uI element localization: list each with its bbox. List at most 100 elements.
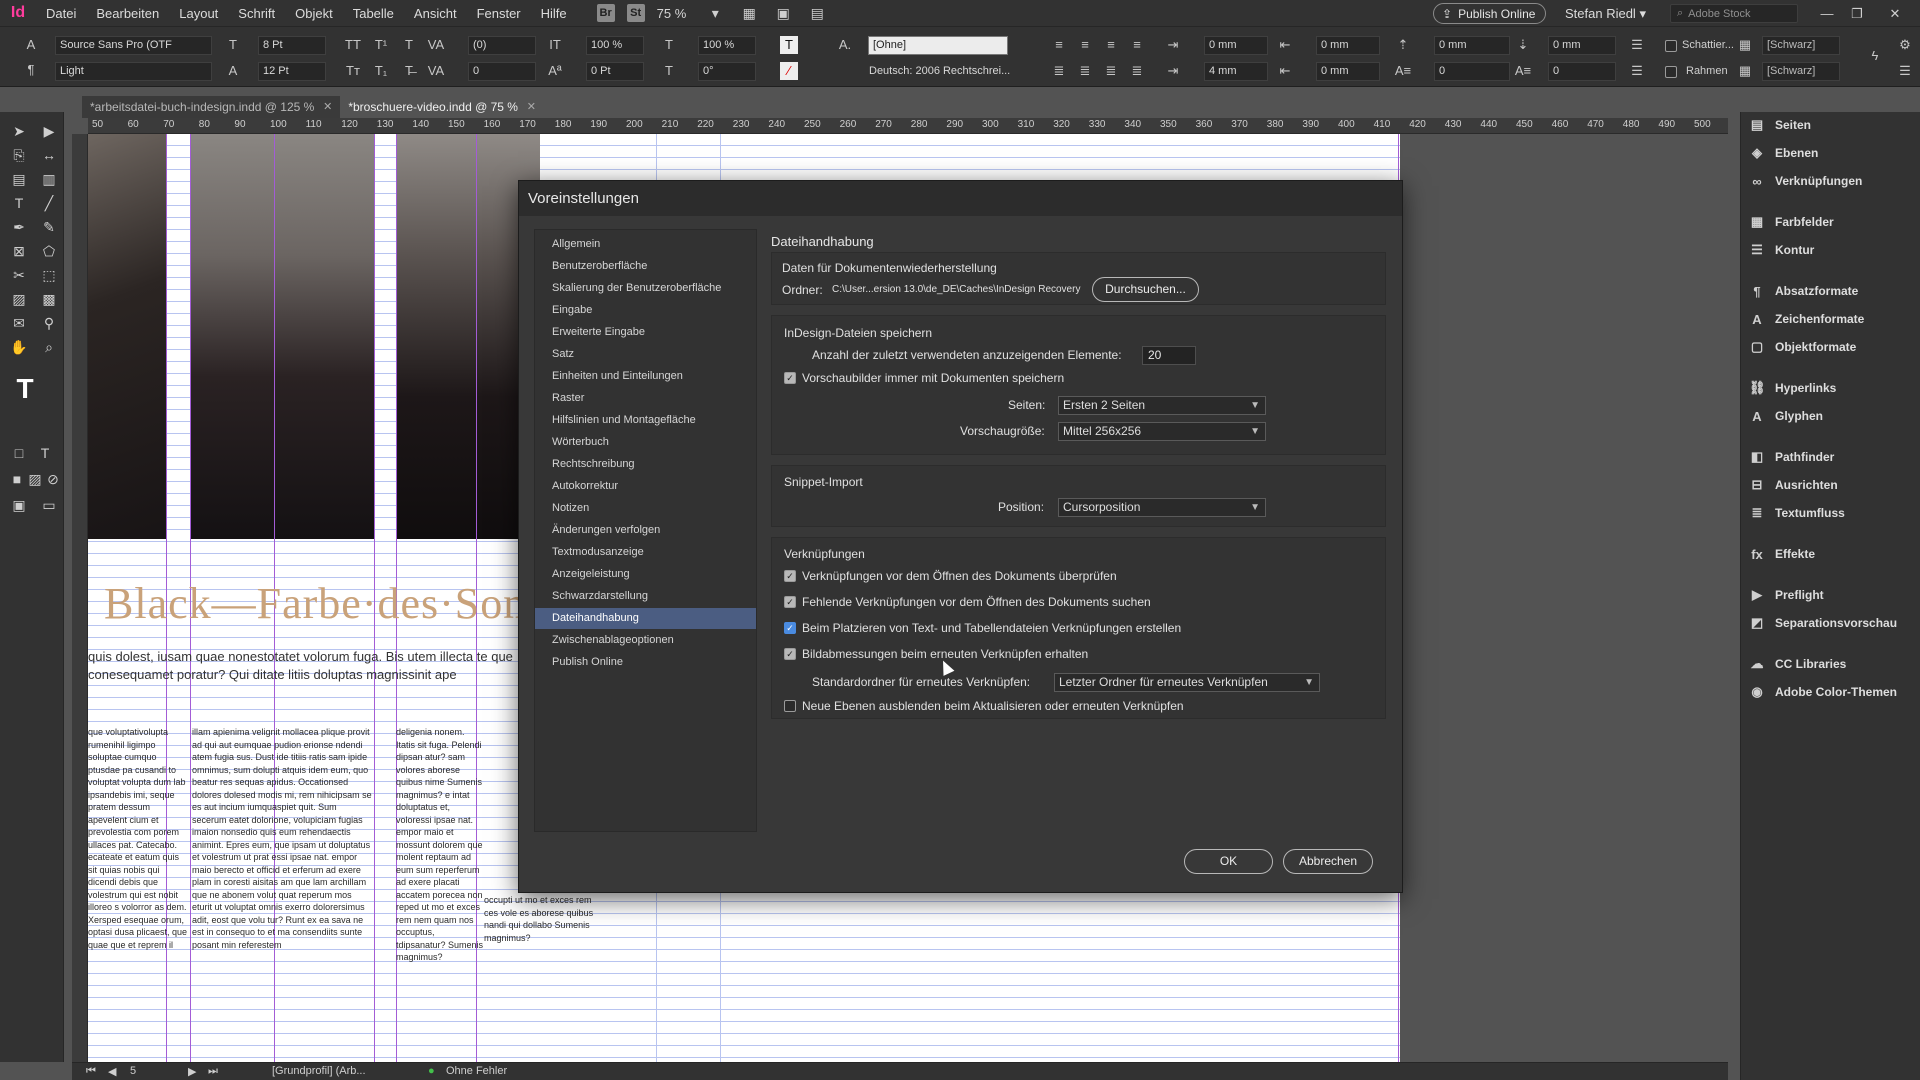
- polygon-tool-icon[interactable]: ⬠: [38, 240, 60, 262]
- nav-benutzeroberflaeche[interactable]: Benutzeroberfläche: [535, 256, 756, 277]
- formatting-container-icon[interactable]: □: [8, 442, 30, 464]
- body-text-column-4[interactable]: occupti ut mo et exces rem ces vole es a…: [484, 894, 604, 964]
- lightning-icon[interactable]: ϟ: [1866, 47, 1884, 65]
- strikethrough-icon[interactable]: T̶: [400, 62, 418, 80]
- tab-arbeitsdatei[interactable]: *arbeitsdatei-buch-indesign.indd @ 125 %…: [82, 96, 341, 118]
- menu-schrift[interactable]: Schrift: [228, 0, 285, 27]
- character-mode-icon[interactable]: A: [22, 36, 40, 54]
- font-family-field[interactable]: Source Sans Pro (OTF: [55, 36, 212, 55]
- nav-woerterbuch[interactable]: Wörterbuch: [535, 432, 756, 453]
- align-towards-spine-icon[interactable]: ≡: [1128, 36, 1146, 54]
- nav-autokorrektur[interactable]: Autokorrektur: [535, 476, 756, 497]
- next-page-icon[interactable]: ▶: [188, 1065, 196, 1078]
- numbering-icon[interactable]: ☰: [1628, 62, 1646, 80]
- menu-hilfe[interactable]: Hilfe: [531, 0, 577, 27]
- justify-center-icon[interactable]: ≣: [1076, 62, 1094, 80]
- nav-zwischenablage[interactable]: Zwischenablageoptionen: [535, 630, 756, 651]
- menu-layout[interactable]: Layout: [169, 0, 228, 27]
- arrange-documents-icon[interactable]: ▤: [804, 4, 830, 22]
- close-icon[interactable]: ✕: [527, 96, 536, 118]
- body-text-column-2[interactable]: illam apienima velignit mollacea plique …: [192, 726, 372, 1056]
- menu-ansicht[interactable]: Ansicht: [404, 0, 467, 27]
- cancel-button[interactable]: Abbrechen: [1283, 849, 1373, 874]
- panel-adobe-color[interactable]: ◉ Adobe Color-Themen: [1749, 681, 1897, 703]
- zoom-tool-icon[interactable]: ⌕: [38, 336, 60, 358]
- page-number-field[interactable]: 5: [130, 1065, 136, 1077]
- panel-kontur[interactable]: ☰ Kontur: [1749, 239, 1814, 261]
- line-tool-icon[interactable]: ╱: [38, 192, 60, 214]
- superscript-icon[interactable]: T¹: [372, 36, 390, 54]
- first-page-icon[interactable]: ⏮: [86, 1065, 96, 1078]
- nav-einheiten[interactable]: Einheiten und Einteilungen: [535, 366, 756, 387]
- snippet-position-select[interactable]: Cursorposition ▼: [1058, 498, 1266, 517]
- hand-tool-icon[interactable]: ✋: [8, 336, 30, 358]
- content-collector-icon[interactable]: ▤: [8, 168, 30, 190]
- preview-size-select[interactable]: Mittel 256x256 ▼: [1058, 422, 1266, 441]
- left-indent-field[interactable]: 0 mm: [1204, 36, 1268, 55]
- type-tool-icon[interactable]: T: [8, 192, 30, 214]
- free-transform-tool-icon[interactable]: ⬚: [38, 264, 60, 286]
- skew-field[interactable]: 0°: [698, 62, 756, 81]
- ok-button[interactable]: OK: [1184, 849, 1273, 874]
- stock-search-input[interactable]: ⌕ Adobe Stock: [1670, 4, 1798, 23]
- leading-field[interactable]: 12 Pt: [258, 62, 326, 81]
- nav-notizen[interactable]: Notizen: [535, 498, 756, 519]
- align-left-icon[interactable]: ≡: [1050, 36, 1068, 54]
- font-style-field[interactable]: Light: [55, 62, 212, 81]
- apply-none-icon[interactable]: ⊘: [42, 468, 64, 490]
- panel-menu-icon[interactable]: ☰: [1896, 62, 1914, 80]
- drop-cap-chars-field[interactable]: 0: [1548, 62, 1616, 81]
- nav-eingabe[interactable]: Eingabe: [535, 300, 756, 321]
- panel-absatzformate[interactable]: ¶ Absatzformate: [1749, 280, 1858, 302]
- panel-farbfelder[interactable]: ▦ Farbfelder: [1749, 211, 1834, 233]
- eyedropper-tool-icon[interactable]: ⚲: [38, 312, 60, 334]
- body-text-column-3[interactable]: deligenia nonem. Itatis sit fuga. Pelend…: [396, 726, 484, 1056]
- menu-tabelle[interactable]: Tabelle: [343, 0, 404, 27]
- shading-color-field[interactable]: [Schwarz]: [1762, 36, 1840, 55]
- stroke-none-icon[interactable]: ⁄: [780, 62, 798, 80]
- minimize-icon[interactable]: —: [1812, 0, 1842, 27]
- panel-verknuepfungen[interactable]: ∞ Verknüpfungen: [1749, 170, 1862, 192]
- justify-right-icon[interactable]: ≣: [1102, 62, 1120, 80]
- user-menu[interactable]: Stefan Riedl ▾: [1565, 0, 1646, 27]
- fill-type-icon[interactable]: T: [8, 372, 42, 406]
- panel-pathfinder[interactable]: ◧ Pathfinder: [1749, 446, 1835, 468]
- nav-rechtschreibung[interactable]: Rechtschreibung: [535, 454, 756, 475]
- hide-layers-checkbox[interactable]: [784, 700, 796, 712]
- direct-selection-tool-icon[interactable]: ▶: [38, 120, 60, 142]
- panel-separationsvorschau[interactable]: ◩ Separationsvorschau: [1749, 612, 1897, 634]
- bridge-button[interactable]: Br: [596, 4, 615, 22]
- subscript-icon[interactable]: T₁: [372, 62, 390, 80]
- character-style-field[interactable]: [Ohne]: [868, 36, 1008, 55]
- page-headline[interactable]: Black—Farbe·des·Somm: [104, 578, 574, 629]
- frame-color-field[interactable]: [Schwarz]: [1762, 62, 1840, 81]
- justify-left-icon[interactable]: ≣: [1050, 62, 1068, 80]
- vertical-ruler[interactable]: [72, 134, 88, 1062]
- last-line-indent-field[interactable]: 0 mm: [1316, 62, 1380, 81]
- shading-checkbox[interactable]: [1665, 40, 1677, 52]
- paragraph-mode-icon[interactable]: ¶: [22, 61, 40, 79]
- panel-cc-libraries[interactable]: ☁ CC Libraries: [1749, 653, 1847, 675]
- pages-select[interactable]: Ersten 2 Seiten ▼: [1058, 396, 1266, 415]
- default-relink-select[interactable]: Letzter Ordner für erneutes Verknüpfen ▼: [1054, 673, 1320, 692]
- nav-allgemein[interactable]: Allgemein: [535, 234, 756, 255]
- panel-ausrichten[interactable]: ⊟ Ausrichten: [1749, 474, 1838, 496]
- tab-broschuere[interactable]: *broschuere-video.indd @ 75 % ✕: [340, 96, 544, 118]
- page-tool-icon[interactable]: ⎘: [8, 144, 30, 166]
- horizontal-ruler[interactable]: 50 60 70 80 90 100 110 120 130 140 150 160 170 180 190…: [88, 118, 1728, 134]
- recent-items-field[interactable]: 20: [1142, 346, 1196, 365]
- first-line-indent-field[interactable]: 4 mm: [1204, 62, 1268, 81]
- normal-view-icon[interactable]: ▣: [8, 494, 30, 516]
- nav-skalierung[interactable]: Skalierung der Benutzeroberfläche: [535, 278, 756, 299]
- right-indent-field[interactable]: 0 mm: [1316, 36, 1380, 55]
- vertical-scale-field[interactable]: 100 %: [586, 36, 644, 55]
- scissors-tool-icon[interactable]: ✂: [8, 264, 30, 286]
- menu-fenster[interactable]: Fenster: [467, 0, 531, 27]
- close-icon[interactable]: ✕: [323, 96, 332, 118]
- browse-button[interactable]: Durchsuchen...: [1092, 277, 1199, 302]
- preflight-profile[interactable]: [Grundprofil] (Arb...: [272, 1065, 366, 1077]
- baseline-shift-field[interactable]: 0 Pt: [586, 62, 644, 81]
- frame-checkbox[interactable]: [1665, 66, 1677, 78]
- rectangle-frame-tool-icon[interactable]: ⊠: [8, 240, 30, 262]
- align-right-icon[interactable]: ≡: [1102, 36, 1120, 54]
